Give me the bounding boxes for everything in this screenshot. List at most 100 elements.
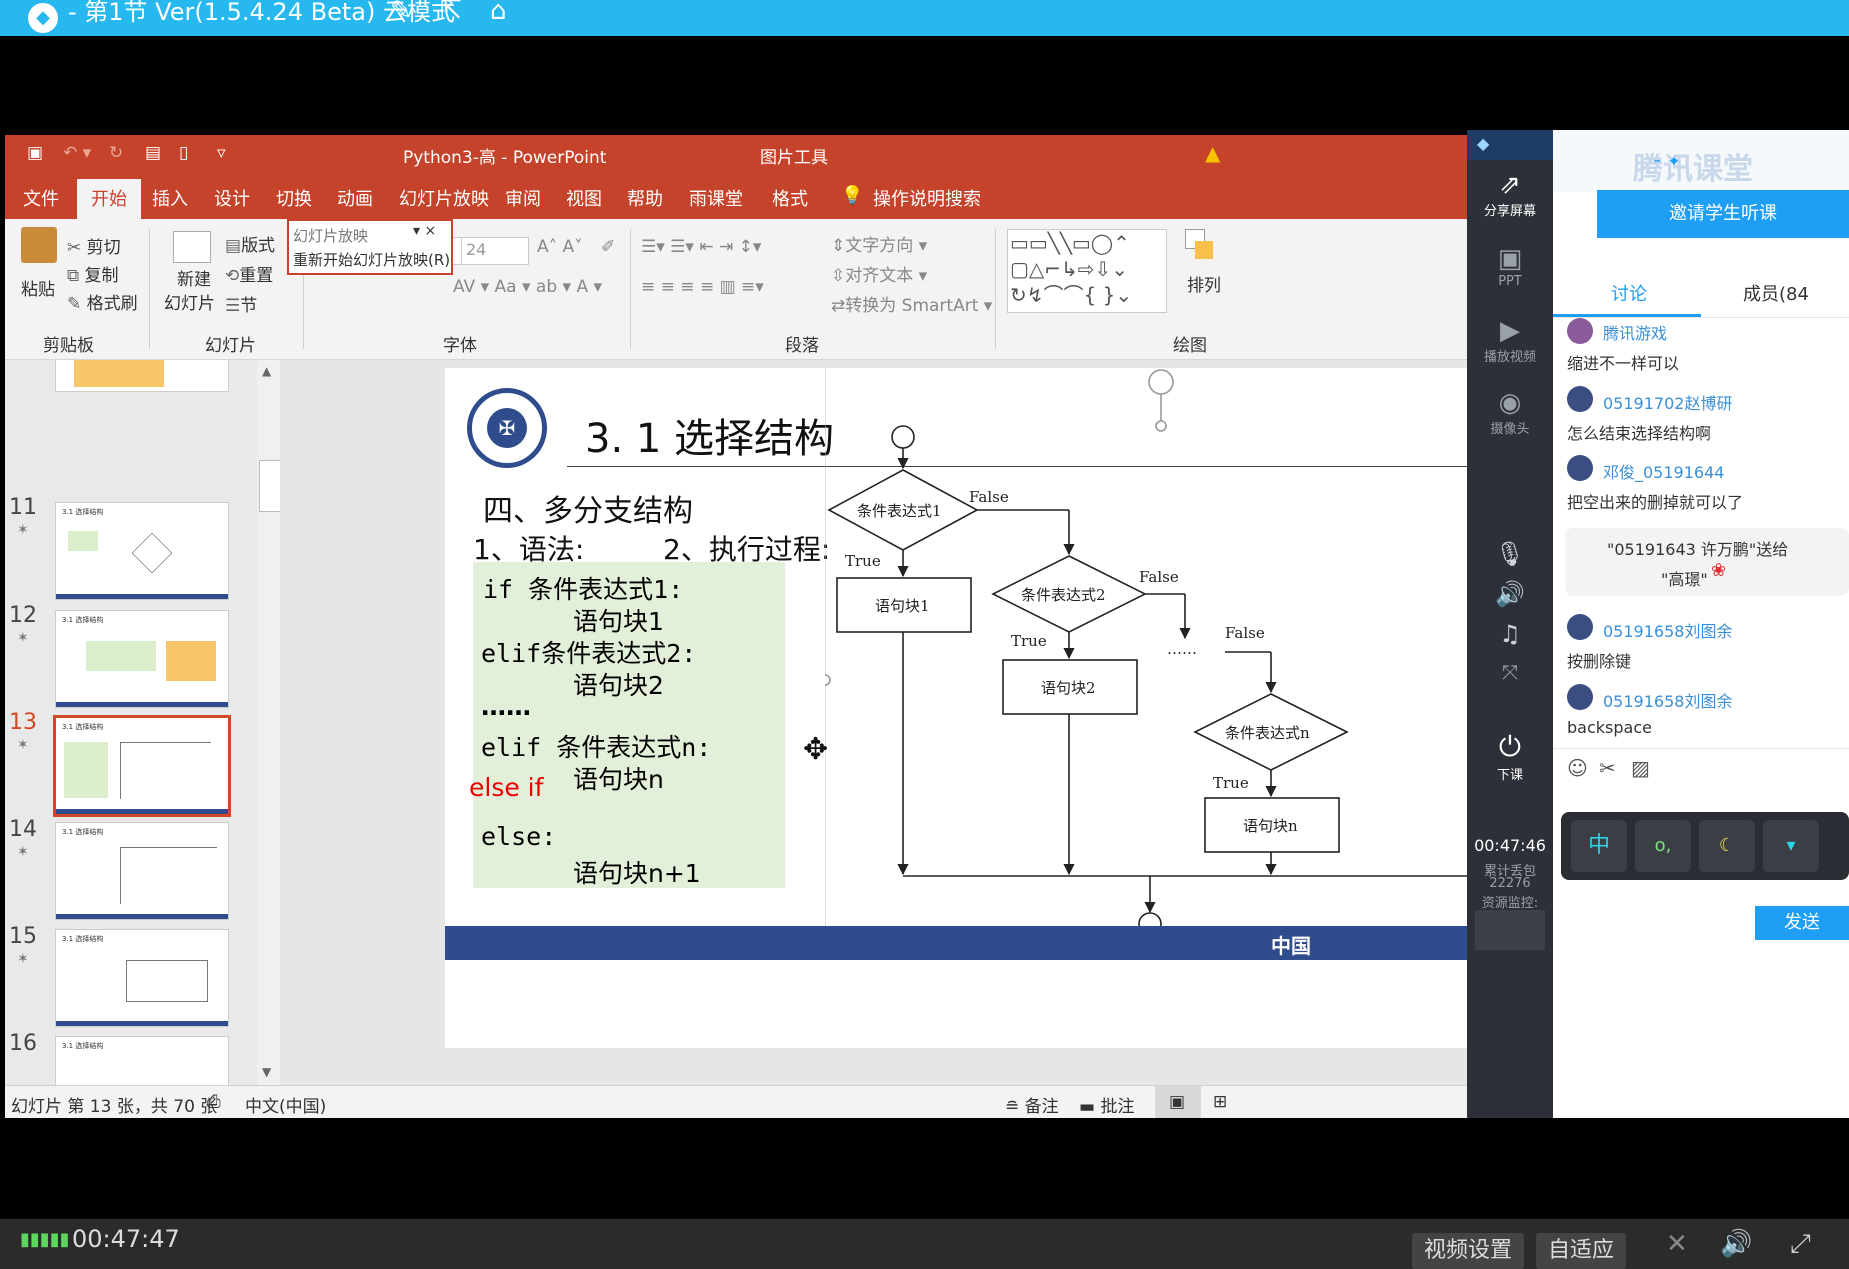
camera-button[interactable]: ◉ 摄像头 [1467, 388, 1553, 437]
text-direction-button[interactable]: ⇕文字方向 ▾ [831, 231, 927, 256]
dropdown-arrow-icon[interactable]: ▾ × [413, 223, 436, 239]
align-text-button[interactable]: ⇳对齐文本 ▾ [831, 261, 927, 286]
share-icon[interactable]: ⇱ [440, 0, 462, 24]
present-icon[interactable]: ▤ [145, 143, 161, 163]
spellcheck-icon[interactable]: ⎙ [207, 1092, 221, 1112]
chat-sender[interactable]: 腾讯游戏 [1603, 320, 1667, 344]
chat-sender[interactable]: 05191658刘图余 [1603, 688, 1732, 712]
tell-me-search[interactable]: 操作说明搜索 [873, 185, 981, 211]
tab-insert[interactable]: 插入 [152, 185, 188, 211]
customize-icon[interactable]: ▿ [217, 143, 226, 163]
warning-icon[interactable]: ▲ [1205, 141, 1220, 165]
slide-thumbnail[interactable]: 3.1 选择结构 [55, 822, 229, 920]
slide-thumbnail-selected[interactable]: 3.1 选择结构 [53, 715, 231, 817]
tab-file[interactable]: 文件 [23, 185, 59, 211]
slide-number: 15 [9, 924, 37, 949]
tab-format[interactable]: 格式 [772, 185, 808, 211]
tab-review[interactable]: 审阅 [505, 185, 541, 211]
music-icon[interactable]: ♫ [1467, 620, 1553, 648]
multi-branch-flowchart[interactable]: 条件表达式1 条件表达式2 条件表达式n 语句块1 语句块2 语句块n True… [825, 368, 1469, 948]
notes-button[interactable]: ≘ 备注 [1005, 1092, 1059, 1117]
restart-slideshow-item[interactable]: 重新开始幻灯片放映(R) [293, 249, 450, 270]
scroll-thumb[interactable] [259, 460, 281, 512]
reset-button[interactable]: ⟲重置 [225, 261, 273, 286]
screenshot-icon[interactable]: ✂ [1599, 756, 1616, 780]
fullscreen-icon[interactable]: ⤧ [1467, 660, 1553, 684]
moon-icon[interactable]: ☾ [1699, 820, 1755, 872]
arrange-button[interactable]: 排列 [1187, 271, 1221, 296]
end-class-button[interactable]: ⏻ 下课 [1467, 730, 1553, 783]
speaker-icon[interactable]: 🔊 [1467, 580, 1553, 608]
home-icon[interactable]: ⌂ [490, 0, 507, 24]
font-size-box[interactable]: 24 [461, 237, 529, 265]
convert-smartart-button[interactable]: ⇄转换为 SmartArt ▾ [831, 291, 992, 316]
invite-students-button[interactable]: 邀请学生听课 [1597, 190, 1849, 238]
skin-icon[interactable]: ▾ [1763, 820, 1819, 872]
tab-home[interactable]: 开始 [77, 179, 141, 219]
ime-punct-button[interactable]: o, [1635, 820, 1691, 872]
tab-help[interactable]: 帮助 [627, 185, 663, 211]
chat-sender[interactable]: 05191658刘图余 [1603, 618, 1732, 642]
thumbnail-scrollbar[interactable]: ▲ ▼ [257, 360, 281, 1085]
shapes-gallery[interactable]: ▭▭╲╲▭◯⌃ ▢△⌐↳⇨⇩⌄ ↻↯⌒⌒{ }⌄ [1007, 229, 1167, 313]
ppt-button[interactable]: ▣ PPT [1467, 244, 1553, 289]
language-status[interactable]: 中文(中国) [245, 1092, 326, 1117]
volume-icon[interactable]: 🔊 [1720, 1229, 1752, 1259]
slide-thumbnail[interactable]: 3.1 选择结构 [55, 502, 229, 600]
section-button[interactable]: ☰节 [225, 291, 257, 316]
emoji-icon[interactable]: ☺ [1567, 756, 1588, 780]
paste-icon[interactable] [21, 227, 57, 263]
undo-icon[interactable]: ↶ ▾ [63, 143, 91, 163]
fullscreen-icon[interactable]: ⤢ [1790, 1229, 1811, 1260]
tab-slideshow[interactable]: 幻灯片放映 [399, 185, 489, 211]
send-button[interactable]: 发送 [1755, 906, 1849, 940]
edit-icon[interactable]: ✎ [390, 0, 412, 24]
play-video-button[interactable]: ▶ 播放视频 [1467, 316, 1553, 365]
mic-icon[interactable]: 🎙 [1467, 540, 1553, 568]
new-slide-icon[interactable] [173, 231, 211, 263]
slide-thumbnail-10[interactable] [55, 360, 229, 392]
tab-design[interactable]: 设计 [214, 185, 250, 211]
new-slide-label-2[interactable]: 幻灯片 [164, 289, 215, 314]
layout-button[interactable]: ▤版式 [225, 231, 275, 256]
arrange-icon[interactable] [1185, 229, 1221, 265]
grow-font-icon[interactable]: A˄ A˅ [537, 237, 583, 257]
tab-members[interactable]: 成员(84 [1743, 280, 1809, 306]
slideshow-field[interactable]: 幻灯片放映 [293, 225, 368, 246]
current-slide[interactable]: ✠ 3. 1 选择结构 四、多分支结构 1、语法: 2、执行过程: if 条件表… [445, 368, 1469, 1048]
clear-format-icon[interactable]: ✐ [601, 237, 615, 257]
comments-button[interactable]: ▬ 批注 [1079, 1092, 1134, 1117]
adaptive-button[interactable]: 自适应 [1536, 1233, 1627, 1269]
share-screen-button[interactable]: ⇗ 分享屏幕 [1467, 170, 1553, 219]
redo-icon[interactable]: ↻ [109, 143, 123, 163]
normal-view-button[interactable]: ▣ [1155, 1086, 1201, 1118]
mic-muted-icon[interactable]: ✕ [1666, 1229, 1688, 1259]
chat-sender[interactable]: 邓俊_05191644 [1603, 459, 1724, 483]
tab-view[interactable]: 视图 [566, 185, 602, 211]
tab-discussion[interactable]: 讨论 [1611, 280, 1647, 306]
format-painter-button[interactable]: ✎ 格式刷 [67, 289, 138, 314]
slide-thumbnail[interactable]: 3.1 选择结构 [55, 1036, 229, 1085]
paste-button[interactable]: 粘贴 [21, 275, 55, 300]
save-icon[interactable]: ▣ [27, 143, 43, 163]
image-icon[interactable]: ▨ [1631, 756, 1650, 780]
scroll-up-icon[interactable]: ▲ [262, 364, 271, 378]
tab-rain-classroom[interactable]: 雨课堂 [689, 185, 743, 211]
bullets-icon[interactable]: ☰▾ ☰▾ ⇤ ⇥ ↕▾ [641, 237, 761, 257]
sorter-view-icon[interactable]: ⊞ [1213, 1092, 1227, 1112]
video-settings-button[interactable]: 视频设置 [1412, 1233, 1525, 1269]
new-file-icon[interactable]: ▯ [179, 143, 188, 163]
scroll-down-icon[interactable]: ▼ [262, 1065, 271, 1079]
slide-thumbnail[interactable]: 3.1 选择结构 [55, 929, 229, 1027]
slide-thumbnail[interactable]: 3.1 选择结构 [55, 610, 229, 708]
new-slide-label-1[interactable]: 新建 [177, 265, 211, 290]
ime-chinese-button[interactable]: 中 [1571, 820, 1627, 872]
chat-sender[interactable]: 05191702赵博研 [1603, 390, 1732, 414]
char-spacing-icon[interactable]: AV ▾ Aa ▾ ab ▾ A ▾ [453, 277, 602, 297]
tab-transitions[interactable]: 切换 [276, 185, 312, 211]
tab-animations[interactable]: 动画 [337, 185, 373, 211]
cut-button[interactable]: ✂ 剪切 [67, 233, 121, 258]
copy-button[interactable]: ⧉ 复制 [67, 261, 119, 286]
slideshow-dropdown-popup[interactable]: 幻灯片放映 ▾ × 重新开始幻灯片放映(R) [287, 219, 453, 275]
align-icons[interactable]: ≡ ≡ ≡ ≡ ▥ ≡▾ [641, 277, 764, 297]
